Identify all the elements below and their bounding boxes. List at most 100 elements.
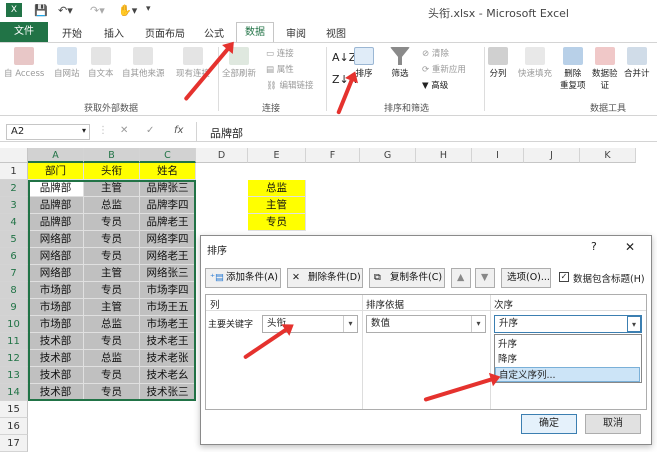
connections-button[interactable]: ▭ 连接 xyxy=(266,47,294,59)
row-header-6[interactable]: 6 xyxy=(0,248,28,265)
data-cell[interactable]: 主管 xyxy=(84,265,140,282)
tab-page-layout[interactable]: 页面布局 xyxy=(145,25,185,40)
data-cell[interactable]: 技术张三 xyxy=(140,384,196,401)
column-header-i[interactable]: I xyxy=(472,148,524,163)
data-cell[interactable]: 主管 xyxy=(84,299,140,316)
row-header-8[interactable]: 8 xyxy=(0,282,28,299)
has-headers-checkbox[interactable]: ✓ xyxy=(559,272,569,282)
data-cell[interactable]: 品牌部 xyxy=(28,197,84,214)
row-header-15[interactable]: 15 xyxy=(0,401,28,418)
tab-file[interactable]: 文件 xyxy=(0,22,48,42)
tab-home[interactable]: 开始 xyxy=(62,25,82,40)
data-cell[interactable]: 网络张三 xyxy=(140,265,196,282)
data-cell[interactable]: 市场老王 xyxy=(140,316,196,333)
data-cell[interactable]: 品牌部 xyxy=(28,214,84,231)
text-to-columns-button[interactable]: 分列 xyxy=(488,47,508,79)
cancel-icon[interactable]: ✕ xyxy=(120,125,128,136)
name-box[interactable]: A2 ▾ xyxy=(6,124,90,140)
data-cell[interactable]: 市场部 xyxy=(28,316,84,333)
select-all-corner[interactable] xyxy=(0,148,28,163)
copy-level-button[interactable]: ⧉ 复制条件(C) xyxy=(369,268,445,288)
row-header-14[interactable]: 14 xyxy=(0,384,28,401)
insert-function-icon[interactable]: fx xyxy=(174,125,183,136)
data-cell[interactable]: 专员 xyxy=(84,282,140,299)
sort-az-button[interactable]: A↓Z xyxy=(332,51,356,64)
move-down-button[interactable]: ▼ xyxy=(475,268,495,288)
redo-icon[interactable]: ↷▾ xyxy=(90,4,105,17)
column-header-g[interactable]: G xyxy=(360,148,416,163)
data-cell[interactable]: 技术部 xyxy=(28,367,84,384)
delete-level-button[interactable]: ✕ 删除条件(D) xyxy=(287,268,363,288)
tab-data[interactable]: 数据 xyxy=(236,22,274,42)
undo-icon[interactable]: ↶▾ xyxy=(58,4,73,17)
row-header-13[interactable]: 13 xyxy=(0,367,28,384)
customize-qat-icon[interactable]: ▾ xyxy=(146,4,151,14)
data-cell[interactable]: 技术部 xyxy=(28,333,84,350)
row-header-17[interactable]: 17 xyxy=(0,435,28,452)
data-cell[interactable]: 技术老张 xyxy=(140,350,196,367)
filter-button[interactable]: 筛选 xyxy=(390,47,410,79)
data-cell[interactable]: 网络部 xyxy=(28,248,84,265)
header-cell[interactable]: 头衔 xyxy=(84,163,140,180)
order-option-descending[interactable]: 降序 xyxy=(495,352,640,367)
row-header-11[interactable]: 11 xyxy=(0,333,28,350)
title-list-cell[interactable]: 总监 xyxy=(248,180,306,197)
title-list-cell[interactable]: 专员 xyxy=(248,214,306,231)
data-cell[interactable]: 技术老王 xyxy=(140,333,196,350)
cancel-button[interactable]: 取消 xyxy=(585,414,641,434)
column-header-a[interactable]: A xyxy=(28,148,84,163)
add-level-button[interactable]: ⁺▤ 添加条件(A) xyxy=(205,268,281,288)
header-cell[interactable]: 部门 xyxy=(28,163,84,180)
edit-links-button[interactable]: ⛓ 编辑链接 xyxy=(266,79,314,91)
data-cell[interactable]: 总监 xyxy=(84,316,140,333)
row-header-2[interactable]: 2 xyxy=(0,180,28,197)
data-cell[interactable]: 网络老王 xyxy=(140,248,196,265)
data-cell[interactable]: 网络李四 xyxy=(140,231,196,248)
data-cell[interactable]: 技术部 xyxy=(28,350,84,367)
data-cell[interactable]: 市场部 xyxy=(28,299,84,316)
flash-fill-button[interactable]: 快速填充 xyxy=(518,47,552,79)
title-list-cell[interactable]: 主管 xyxy=(248,197,306,214)
reapply-button[interactable]: ⟳ 重新应用 xyxy=(422,63,466,75)
data-cell[interactable]: 网络部 xyxy=(28,265,84,282)
chevron-down-icon[interactable]: ▾ xyxy=(82,126,86,135)
data-cell[interactable]: 专员 xyxy=(84,248,140,265)
properties-button[interactable]: ▤ 属性 xyxy=(266,63,294,75)
data-cell[interactable]: 网络部 xyxy=(28,231,84,248)
order-option-custom-list[interactable]: 自定义序列... xyxy=(495,367,640,382)
help-button[interactable]: ? xyxy=(591,240,597,253)
column-header-d[interactable]: D xyxy=(196,148,248,163)
data-cell[interactable]: 品牌李四 xyxy=(140,197,196,214)
data-cell[interactable]: 品牌部 xyxy=(28,180,84,197)
data-validation-button[interactable]: 数据验 证 xyxy=(592,47,618,91)
row-header-3[interactable]: 3 xyxy=(0,197,28,214)
close-button[interactable]: ✕ xyxy=(625,240,635,254)
row-header-10[interactable]: 10 xyxy=(0,316,28,333)
move-up-button[interactable]: ▲ xyxy=(451,268,471,288)
options-button[interactable]: 选项(O)... xyxy=(501,268,551,288)
from-access-button[interactable]: 自 Access xyxy=(4,47,44,79)
tab-view[interactable]: 视图 xyxy=(326,25,346,40)
data-cell[interactable]: 技术部 xyxy=(28,384,84,401)
data-cell[interactable]: 品牌张三 xyxy=(140,180,196,197)
row-header-7[interactable]: 7 xyxy=(0,265,28,282)
data-cell[interactable]: 主管 xyxy=(84,180,140,197)
header-cell[interactable]: 姓名 xyxy=(140,163,196,180)
data-cell[interactable]: 专员 xyxy=(84,214,140,231)
data-cell[interactable]: 品牌老王 xyxy=(140,214,196,231)
data-cell[interactable]: 市场李四 xyxy=(140,282,196,299)
row-header-1[interactable]: 1 xyxy=(0,163,28,180)
column-header-j[interactable]: J xyxy=(524,148,580,163)
enter-icon[interactable]: ✓ xyxy=(146,125,154,136)
order-option-ascending[interactable]: 升序 xyxy=(495,337,640,352)
save-icon[interactable]: 💾 xyxy=(34,4,48,17)
tab-insert[interactable]: 插入 xyxy=(104,25,124,40)
tab-review[interactable]: 审阅 xyxy=(286,25,306,40)
remove-duplicates-button[interactable]: 删除 重复项 xyxy=(560,47,586,91)
data-cell[interactable]: 总监 xyxy=(84,350,140,367)
data-cell[interactable]: 专员 xyxy=(84,367,140,384)
consolidate-button[interactable]: 合并计 xyxy=(624,47,650,79)
clear-button[interactable]: ⊘ 清除 xyxy=(422,47,449,59)
order-select[interactable]: 升序 ▾ xyxy=(494,315,642,333)
data-cell[interactable]: 市场部 xyxy=(28,282,84,299)
